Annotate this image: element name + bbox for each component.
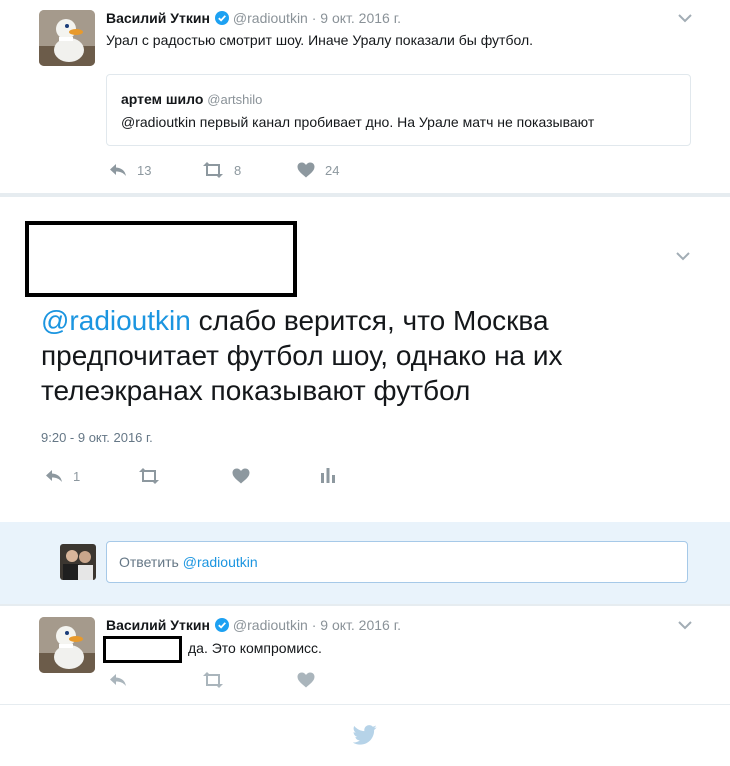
retweet-count: 8 <box>234 162 242 178</box>
retweet-button[interactable] <box>138 468 160 484</box>
dot-separator: · <box>311 10 317 26</box>
reply-placeholder-mention: @radioutkin <box>182 554 258 570</box>
reply-input[interactable]: Ответить @radioutkin <box>106 541 688 583</box>
like-button[interactable] <box>297 672 315 688</box>
separator <box>0 193 730 197</box>
quote-header: артем шило @artshilo <box>121 91 262 107</box>
reply-icon <box>110 674 126 686</box>
tweet-date[interactable]: 9 окт. 2016 г. <box>320 10 401 26</box>
avatar[interactable] <box>39 617 95 673</box>
chevron-down-icon[interactable] <box>678 620 692 630</box>
analytics-bar-chart-icon <box>321 468 335 483</box>
analytics-button[interactable] <box>320 467 336 483</box>
reply-button[interactable]: 1 <box>45 468 80 484</box>
reply-button[interactable]: 13 <box>109 162 151 178</box>
retweet-button[interactable]: 8 <box>202 162 241 178</box>
reply-icon <box>110 164 126 176</box>
duck-avatar-icon <box>39 617 95 673</box>
reply-icon <box>46 470 62 482</box>
mention-link[interactable]: @radioutkin <box>41 305 191 336</box>
like-count: 24 <box>325 162 340 178</box>
quote-text: @radioutkin первый канал пробивает дно. … <box>121 114 595 130</box>
avatar[interactable] <box>39 10 95 66</box>
separator <box>0 604 730 606</box>
tweet-text: да. Это компромисс. <box>188 640 322 656</box>
chevron-down-icon[interactable] <box>676 251 690 261</box>
separator <box>0 704 730 705</box>
dot-separator: · <box>311 617 317 633</box>
redaction-box <box>25 221 297 297</box>
retweet-icon <box>203 672 223 688</box>
author-name[interactable]: Василий Уткин <box>106 617 210 633</box>
duck-avatar-icon <box>39 10 95 66</box>
composer-avatar <box>60 544 96 580</box>
twitter-bird-icon <box>352 725 377 750</box>
quote-author-name: артем шило <box>121 91 204 107</box>
quoted-tweet[interactable]: артем шило @artshilo @radioutkin первый … <box>106 74 691 146</box>
main-tweet-text: @radioutkin слабо верится, что Москва пр… <box>41 303 681 408</box>
author-name[interactable]: Василий Уткин <box>106 10 210 26</box>
heart-icon <box>297 162 315 178</box>
author-handle[interactable]: @radioutkin <box>233 10 308 26</box>
reply-placeholder: Ответить @radioutkin <box>119 554 258 570</box>
like-button[interactable]: 24 <box>297 162 339 178</box>
author-handle[interactable]: @radioutkin <box>233 617 308 633</box>
reply-count: 13 <box>137 162 152 178</box>
main-tweet-timestamp[interactable]: 9:20 - 9 окт. 2016 г. <box>41 430 153 445</box>
tweet-header: Василий Уткин @radioutkin · 9 окт. 2016 г… <box>106 617 401 635</box>
tweet-text: Урал с радостью смотрит шоу. Иначе Уралу… <box>106 32 534 48</box>
heart-icon <box>232 468 250 484</box>
reply-button[interactable] <box>109 672 127 688</box>
reply-count: 1 <box>73 468 81 484</box>
tweet-header: Василий Уткин @radioutkin · 9 окт. 2016 г… <box>106 10 401 28</box>
reply-placeholder-prefix: Ответить <box>119 554 183 570</box>
verified-badge-icon <box>214 618 229 635</box>
redaction-box <box>103 636 182 663</box>
retweet-icon <box>139 468 159 484</box>
like-button[interactable] <box>232 468 250 484</box>
quote-author-handle: @artshilo <box>207 92 263 107</box>
user-photo-icon <box>60 544 96 580</box>
heart-icon <box>297 672 315 688</box>
retweet-button[interactable] <box>202 672 224 688</box>
chevron-down-icon[interactable] <box>678 13 692 23</box>
verified-badge-icon <box>214 11 229 28</box>
retweet-icon <box>203 162 223 178</box>
tweet-date[interactable]: 9 окт. 2016 г. <box>320 617 401 633</box>
